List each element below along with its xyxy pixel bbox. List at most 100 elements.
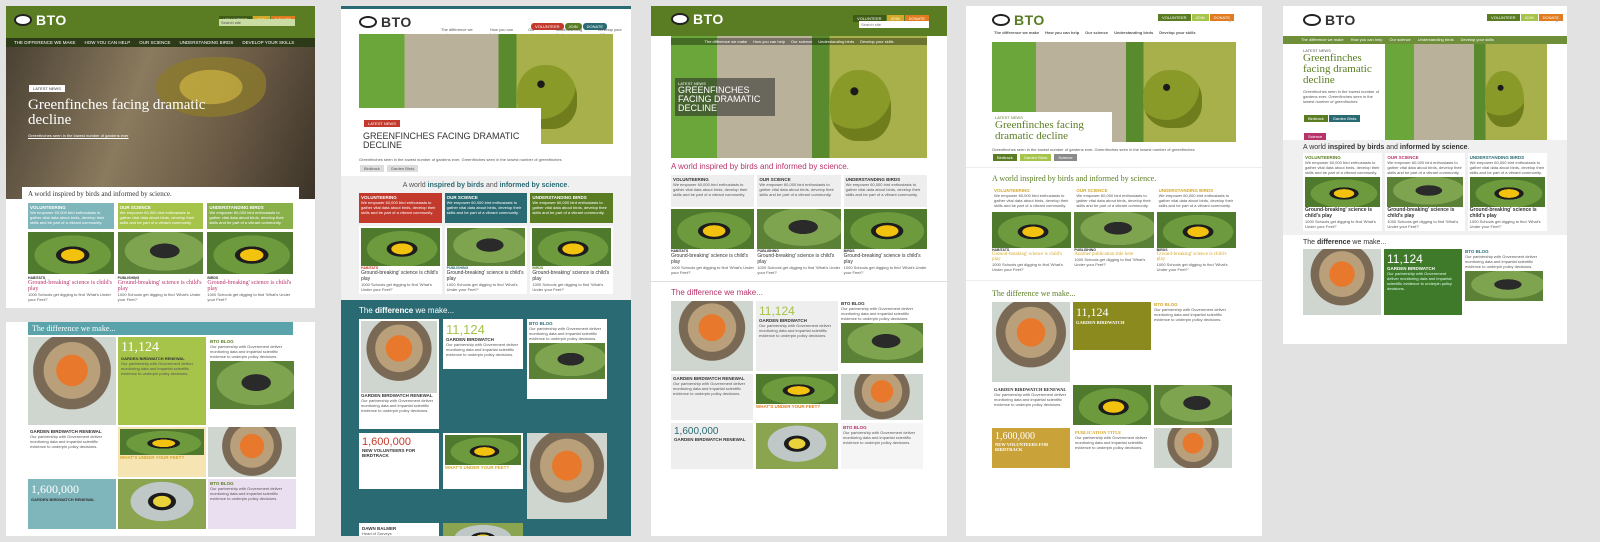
hero-tags: BirdtrackGarden BirdsScience <box>966 154 1262 161</box>
hero-title[interactable]: Greenfinches facing dramatic decline <box>1303 53 1381 86</box>
feet-tile[interactable]: WHAT'S UNDER YOUR FEET? <box>118 427 206 477</box>
card-understanding[interactable]: UNDERSTANDING BIRDS We empower 60,000 bir… <box>1467 153 1547 231</box>
nav-item[interactable]: Understanding birds <box>1418 37 1454 43</box>
stat-tile-2[interactable]: 1,600,000 GARDEN BIRDWATCH RENEWAL <box>28 479 116 529</box>
nav-item[interactable]: Develop your skills <box>1159 30 1195 35</box>
hero-title[interactable]: GREENFINCHES FACING DRAMATIC DECLINE <box>678 86 772 113</box>
search-icon[interactable]: ⌕ <box>1555 18 1559 26</box>
article-card[interactable]: HABITATS Ground-breaking' science is chil… <box>28 232 114 302</box>
tag[interactable]: Birdtrack <box>1304 115 1328 122</box>
article-card[interactable]: HABITATS Ground-breaking' science is chil… <box>359 226 442 294</box>
stat-tile-2[interactable]: 1,600,000 NEW VOLUNTEERS FOR BIRDTRACK <box>992 428 1070 468</box>
article-card[interactable]: HABITATS Ground-breaking' science is chil… <box>992 212 1072 272</box>
stat-tile[interactable]: 11,124 GARDEN BIRDWATCH Our partnership wi… <box>443 319 523 369</box>
nav-item[interactable]: Understanding birds <box>1114 30 1153 35</box>
blog-tile[interactable]: BTO BLOG Our partnership with Government … <box>841 301 923 371</box>
card-volunteering[interactable]: VOLUNTEERING We empower 60,000 bird enthu… <box>1303 153 1383 231</box>
tag[interactable]: Science <box>1054 154 1077 161</box>
blog-tile-2[interactable]: BTO BLOG Our partnership with Government … <box>208 479 296 529</box>
robin-image <box>841 374 923 420</box>
nav-item[interactable]: Develop your skills <box>860 39 893 44</box>
feet-tile[interactable]: WHAT'S UNDER YOUR FEET? <box>443 433 523 489</box>
card-science[interactable]: OUR SCIENCE We empower 60,000 bird enthus… <box>444 193 528 223</box>
nav-item[interactable]: The difference we make <box>994 30 1039 35</box>
publication-tile[interactable]: PUBLICATION TITLE Our partnership with Go… <box>1073 428 1151 468</box>
article-card[interactable]: BIRDS Ground-breaking' science is child's… <box>1156 212 1236 272</box>
nav-item[interactable]: The difference we make <box>705 39 748 44</box>
article-card[interactable]: PUBLISHING Ground-breaking' science is ch… <box>757 209 841 275</box>
tag[interactable]: Birdtrack <box>993 154 1017 161</box>
card-science[interactable]: OUR SCIENCE We empower 60,000 bird enthus… <box>757 175 841 207</box>
bird-image <box>117 232 204 274</box>
blog-tile-2[interactable]: BTO BLOG Our partnership with Government … <box>841 423 923 469</box>
hero-title[interactable]: GREENFINCHES FACING DRAMATIC DECLINE <box>363 132 537 150</box>
nav-item[interactable]: Our science <box>1085 30 1108 35</box>
bird-image <box>120 429 204 455</box>
tag[interactable]: Garden Birds <box>1019 154 1052 161</box>
join-button[interactable]: JOIN <box>1520 14 1538 21</box>
nav-item[interactable]: Develop your skills <box>242 40 294 45</box>
card-volunteering[interactable]: VOLUNTEERING We empower 60,000 bird enthu… <box>28 203 114 229</box>
blog-tile[interactable]: BTO BLOG Our partnership with Government … <box>1465 249 1543 315</box>
nav-item[interactable]: Our science <box>1389 37 1410 43</box>
nav-item[interactable]: The difference we make <box>14 40 76 45</box>
card-science[interactable]: OUR SCIENCE We empower 60,000 bird enthus… <box>117 203 204 229</box>
nav-item[interactable]: Develop your skills <box>1461 37 1494 43</box>
nav-item[interactable]: Understanding birds <box>179 40 233 45</box>
volunteer-button[interactable]: VOLUNTEER <box>1158 14 1191 21</box>
volunteer-button[interactable]: VOLUNTEER <box>1487 14 1520 21</box>
nav-item[interactable]: Our science <box>139 40 170 45</box>
feet-tile[interactable]: WHAT'S UNDER YOUR FEET? <box>756 374 838 420</box>
hero-title[interactable]: Greenfinches facing dramatic decline <box>995 120 1109 142</box>
nav-item[interactable]: Our science <box>791 39 812 44</box>
blog-tile[interactable]: BTO BLOG Our partnership with Government … <box>527 319 607 399</box>
donate-button[interactable]: DONATE <box>1538 14 1563 21</box>
nav-item[interactable]: How you can help <box>1045 30 1079 35</box>
gbw-tile[interactable]: GARDEN BIRDWATCH RENEWAL Our partnership … <box>359 319 439 429</box>
card-volunteering[interactable]: VOLUNTEERING We empower 60,000 bird enthu… <box>992 186 1071 210</box>
article-card[interactable]: BIRDS Ground-breaking' science is child's… <box>843 209 927 275</box>
search-input[interactable]: Search site <box>859 21 929 28</box>
hero-subtitle[interactable]: Greenfinches seen in the lowest number o… <box>28 133 208 138</box>
tag[interactable]: Science <box>1304 133 1327 140</box>
nav-item[interactable]: The difference we make <box>1301 37 1344 43</box>
stat-tile-2[interactable]: 1,600,000 NEW VOLUNTEERS FOR BIRDTRACK <box>359 433 439 489</box>
card-science[interactable]: OUR SCIENCE We empower 60,000 bird enthus… <box>1385 153 1465 231</box>
article-card[interactable]: HABITATS Ground-breaking' science is chil… <box>671 209 755 275</box>
nav-item[interactable]: How you can help <box>1351 37 1383 43</box>
blog-tile[interactable]: BTO BLOG Our partnership with Government … <box>208 337 296 425</box>
search-icon[interactable]: ⌕ <box>1228 18 1232 26</box>
stat-tile[interactable]: 11,124 GARDEN BIRDWATCH <box>1073 302 1151 350</box>
bird-image <box>207 232 294 274</box>
stat-tile[interactable]: 11,124 GARDEN BIRDWATCH RENEWAL Our partne… <box>118 337 206 425</box>
stat-tile[interactable]: 11,124 GARDEN BIRDWATCH Our partnership wi… <box>1384 249 1462 315</box>
nav-item[interactable]: How you can help <box>85 40 131 45</box>
gbw-tile[interactable]: GARDEN BIRDWATCH RENEWAL Our partnership … <box>671 374 753 420</box>
article-card[interactable]: BIRDS Ground-breaking' science is child's… <box>207 232 294 302</box>
person-tile[interactable]: DAWN BALMER Head of Surveys <box>359 523 439 536</box>
card-understanding[interactable]: UNDERSTANDING BIRDS We empower 60,000 bir… <box>1157 186 1236 210</box>
blog-tile[interactable]: BTO BLOG Our partnership with Government … <box>1154 302 1232 350</box>
card-science[interactable]: OUR SCIENCE We empower 60,000 bird enthus… <box>1074 186 1153 210</box>
article-card[interactable]: PUBLISHING Ground-breaking' science is ch… <box>444 226 528 294</box>
nav-item[interactable]: Understanding birds <box>818 39 854 44</box>
card-understanding[interactable]: UNDERSTANDING BIRDS We empower 60,000 bir… <box>207 203 294 229</box>
hero-title[interactable]: Greenfinches facing dramatic decline <box>28 98 208 128</box>
article-card[interactable]: BIRDS Ground-breaking' science is child's… <box>530 226 614 294</box>
tag[interactable]: Birdtrack <box>360 165 384 172</box>
gbw-tile[interactable]: GARDEN BIRDWATCH RENEWAL Our partnership … <box>28 427 116 477</box>
join-button[interactable]: JOIN <box>1191 14 1209 21</box>
tag[interactable]: Garden Birds <box>386 165 419 172</box>
article-card[interactable]: PUBLISHING Another publication title here… <box>1074 212 1154 272</box>
search-input[interactable]: Search site <box>219 19 295 26</box>
gbw-tile[interactable]: GARDEN BIRDWATCH RENEWAL Our partnership … <box>992 385 1070 415</box>
card-understanding[interactable]: UNDERSTANDING BIRDS We empower 60,000 bir… <box>843 175 927 207</box>
stat-tile[interactable]: 11,124 GARDEN BIRDWATCH Our partnership wi… <box>756 301 838 371</box>
card-volunteering[interactable]: VOLUNTEERING We empower 60,000 bird enthu… <box>671 175 755 207</box>
tag[interactable]: Garden Birds <box>1328 115 1361 122</box>
nav-item[interactable]: How you can help <box>753 39 785 44</box>
article-card[interactable]: PUBLISHING Ground-breaking' science is ch… <box>117 232 204 302</box>
card-understanding[interactable]: UNDERSTANDING BIRDS We empower 60,000 bir… <box>530 193 614 223</box>
card-volunteering[interactable]: VOLUNTEERING We empower 60,000 bird enthu… <box>359 193 442 223</box>
stat-tile-2[interactable]: 1,600,000 GARDEN BIRDWATCH RENEWAL <box>671 423 753 469</box>
